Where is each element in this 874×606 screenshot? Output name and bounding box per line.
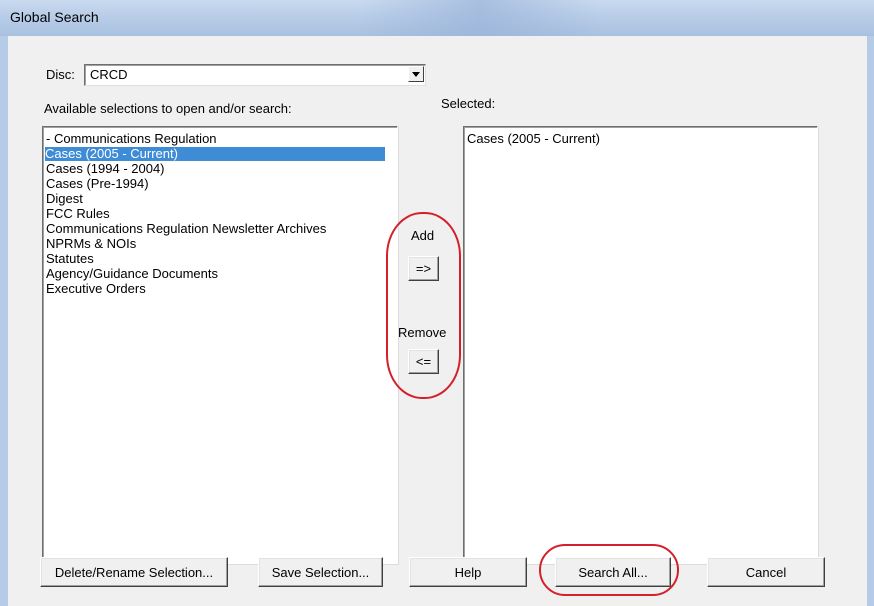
add-button[interactable]: => <box>408 256 439 281</box>
dialog-client-area: Disc: CRCD Available selections to open … <box>8 36 867 606</box>
disc-combobox-value: CRCD <box>90 67 128 82</box>
add-label: Add <box>411 228 435 243</box>
title-bar[interactable]: Global Search <box>0 0 874 37</box>
remove-button[interactable]: <= <box>408 349 439 374</box>
list-item[interactable]: Agency/Guidance Documents <box>46 267 218 281</box>
list-item[interactable]: Cases (Pre-1994) <box>46 177 149 191</box>
list-item[interactable]: Cases (1994 - 2004) <box>46 162 165 176</box>
disc-label: Disc: <box>46 67 75 82</box>
cancel-button[interactable]: Cancel <box>707 557 825 587</box>
help-button[interactable]: Help <box>409 557 527 587</box>
selected-list[interactable]: Cases (2005 - Current) <box>463 126 818 564</box>
list-item[interactable]: Executive Orders <box>46 282 146 296</box>
add-button-text: => <box>415 261 432 276</box>
list-item[interactable]: - Communications Regulation <box>46 132 217 146</box>
list-item[interactable]: FCC Rules <box>46 207 110 221</box>
save-selection-button[interactable]: Save Selection... <box>258 557 383 587</box>
delete-rename-selection-button[interactable]: Delete/Rename Selection... <box>40 557 228 587</box>
disc-combobox[interactable]: CRCD <box>84 64 426 86</box>
window-frame-left <box>0 36 8 606</box>
remove-button-text: <= <box>415 354 432 369</box>
search-all-button[interactable]: Search All... <box>555 557 671 587</box>
title-bar-glow <box>360 0 600 36</box>
list-item[interactable]: Communications Regulation Newsletter Arc… <box>46 222 326 236</box>
chevron-down-icon[interactable] <box>408 66 424 82</box>
cancel-button-text: Cancel <box>745 564 787 580</box>
search-all-button-text: Search All... <box>578 564 648 580</box>
save-selection-button-text: Save Selection... <box>271 564 370 580</box>
delete-rename-selection-button-text: Delete/Rename Selection... <box>54 564 214 580</box>
list-item[interactable]: NPRMs & NOIs <box>46 237 136 251</box>
window-frame-right <box>867 36 874 606</box>
list-item[interactable]: Digest <box>46 192 83 206</box>
list-item[interactable]: Statutes <box>46 252 94 266</box>
list-item-selected[interactable]: Cases (2005 - Current) <box>45 147 385 161</box>
global-search-window: Global Search Disc: CRCD Available selec… <box>0 0 874 606</box>
help-button-text: Help <box>454 564 482 580</box>
remove-label: Remove <box>398 325 447 340</box>
available-selections-list[interactable]: - Communications Regulation Cases (2005 … <box>42 126 398 564</box>
selected-label: Selected: <box>441 96 496 111</box>
available-selections-label: Available selections to open and/or sear… <box>44 101 292 116</box>
list-item[interactable]: Cases (2005 - Current) <box>467 132 600 146</box>
window-title: Global Search <box>10 9 99 25</box>
